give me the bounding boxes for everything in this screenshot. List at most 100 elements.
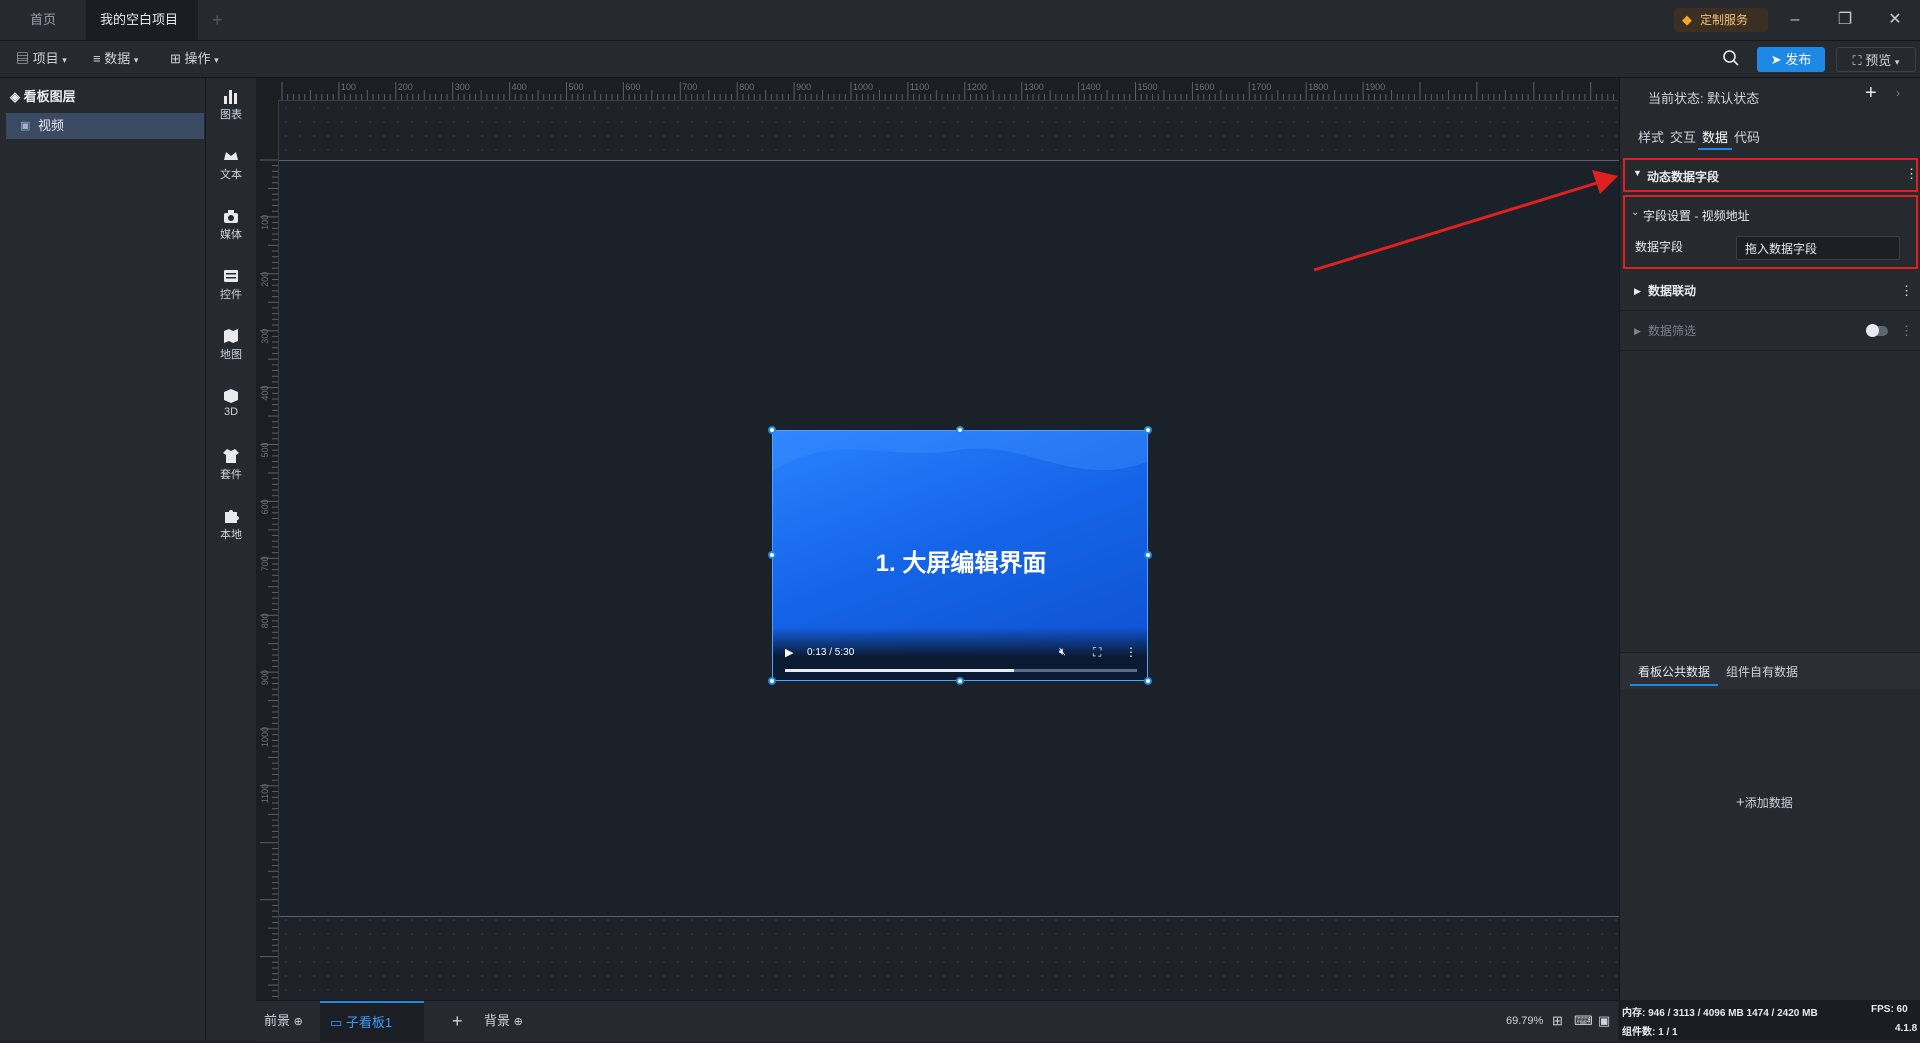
kebab-icon[interactable]: ⋮ — [1905, 166, 1918, 182]
state-value[interactable]: 默认状态 — [1707, 91, 1759, 106]
board-tab[interactable]: ▭ 子看板1 — [320, 1001, 424, 1041]
resize-handle[interactable] — [1144, 677, 1152, 685]
publish-button[interactable]: ➤ 发布 — [1757, 47, 1825, 72]
comp-label: 控件 — [220, 289, 242, 301]
kebab-icon[interactable]: ⋮ — [1900, 271, 1913, 311]
play-icon[interactable]: ▶ — [785, 646, 793, 659]
comp-media[interactable]: 媒体 — [206, 208, 256, 242]
data-linkage-section[interactable]: ▶ 数据联动 ⋮ — [1620, 271, 1920, 311]
fit-screen-icon[interactable]: ⊞ — [1552, 1001, 1563, 1041]
add-circle-icon[interactable]: ⊕ — [294, 1016, 303, 1028]
terminal-icon[interactable]: ▣ — [1598, 1001, 1610, 1041]
menu-data[interactable]: ≡ 数据 ▾ — [85, 41, 146, 77]
ruler-label: 700 — [260, 556, 270, 571]
comp-3d[interactable]: 3D — [206, 388, 256, 418]
controls-icon — [222, 268, 240, 284]
custom-service-label: 定制服务 — [1700, 13, 1749, 27]
comp-kits[interactable]: 套件 — [206, 448, 256, 482]
video-title: 1. 大屏编辑界面 — [875, 550, 1047, 577]
resize-handle[interactable] — [1144, 426, 1152, 434]
menu-project[interactable]: ▤ 项目 ▾ — [8, 41, 75, 77]
ruler-label: 1300 — [1024, 82, 1044, 92]
resize-handle[interactable] — [1144, 551, 1152, 559]
tab-code[interactable]: 代码 — [1734, 127, 1760, 146]
data-field-dropzone[interactable]: 拖入数据字段 — [1736, 236, 1900, 260]
add-board-icon[interactable]: + — [452, 1001, 463, 1041]
preview-button[interactable]: ⛶ 预览 ▾ — [1836, 47, 1916, 72]
search-icon[interactable] — [1722, 49, 1740, 70]
keyboard-icon[interactable]: ⌨ — [1574, 1001, 1593, 1041]
comp-label: 3D — [223, 406, 239, 418]
ruler-label: 1400 — [1081, 82, 1101, 92]
chevron-down-icon[interactable]: ⌄ — [1631, 207, 1639, 218]
ruler-label: 400 — [512, 82, 527, 92]
puzzle-icon — [222, 508, 240, 524]
board-tab-label: 子看板1 — [345, 1015, 393, 1030]
tab-data[interactable]: 数据 — [1702, 127, 1728, 146]
tab-style[interactable]: 样式 — [1638, 127, 1664, 146]
background-tab[interactable]: 背景 ⊕ — [484, 1001, 523, 1041]
video-component[interactable]: 1. 大屏编辑界面 ▶ 0:13 / 5:30 🔇︎ ⛶ ⋮ — [772, 430, 1148, 681]
tab-home[interactable]: 首页 — [16, 0, 70, 40]
resize-handle[interactable] — [956, 677, 964, 685]
ruler-label: 1700 — [1251, 82, 1271, 92]
comp-text[interactable]: 文本 — [206, 148, 256, 182]
resize-handle[interactable] — [768, 677, 776, 685]
new-tab-icon[interactable]: + — [212, 10, 223, 31]
more-icon[interactable]: ⋮ — [1125, 645, 1137, 659]
add-state-icon[interactable]: + — [1865, 82, 1877, 105]
foreground-tab[interactable]: 前景 ⊕ — [264, 1001, 303, 1041]
restore-button[interactable]: ❐ — [1820, 0, 1870, 40]
tab-interaction[interactable]: 交互 — [1670, 127, 1696, 146]
ruler-label: 900 — [260, 670, 270, 685]
text-icon — [222, 148, 240, 164]
custom-service-button[interactable]: ◆ 定制服务 — [1674, 8, 1768, 32]
mute-icon[interactable]: 🔇︎ — [1059, 646, 1066, 659]
chevron-down-icon: ▾ — [62, 55, 67, 65]
add-circle-icon[interactable]: ⊕ — [514, 1016, 523, 1028]
minimize-button[interactable]: – — [1770, 0, 1820, 40]
comp-controls[interactable]: 控件 — [206, 268, 256, 302]
data-linkage-label: 数据联动 — [1648, 284, 1697, 298]
ruler-label: 100 — [260, 215, 270, 230]
ruler-ticks: 100 200 300 400 500 600 700 800 900 1000 1100 1200 1… — [281, 82, 1614, 100]
progress-fill — [785, 669, 1014, 672]
comp-local[interactable]: 本地 — [206, 508, 256, 542]
ruler-label: 300 — [455, 82, 470, 92]
comp-chart[interactable]: 图表 — [206, 88, 256, 122]
minimize-icon: – — [1790, 11, 1800, 28]
tab-home-label: 首页 — [30, 12, 57, 27]
kebab-icon[interactable]: ⋮ — [1900, 311, 1913, 351]
add-data-button[interactable]: +添加数据 — [1736, 794, 1793, 811]
fullscreen-icon[interactable]: ⛶ — [1093, 645, 1101, 660]
tab-interaction-label: 交互 — [1670, 130, 1697, 145]
ruler-label: 300 — [260, 329, 270, 344]
chevron-right-icon[interactable]: › — [1896, 86, 1900, 100]
progress-track[interactable] — [785, 669, 1137, 672]
publish-label: 发布 — [1785, 52, 1812, 67]
menu-ops[interactable]: ⊞ 操作 ▾ — [162, 41, 227, 77]
tab-project[interactable]: 我的空白项目 — [86, 0, 198, 65]
close-button[interactable]: ✕ — [1870, 0, 1920, 40]
dynamic-field-header[interactable]: ▼ 动态数据字段 ⋮ — [1623, 158, 1918, 192]
tab-board-public-data[interactable]: 看板公共数据 — [1638, 663, 1710, 680]
resize-handle[interactable] — [768, 426, 776, 434]
tab-component-own-data[interactable]: 组件自有数据 — [1726, 663, 1798, 680]
comp-map[interactable]: 地图 — [206, 328, 256, 362]
layer-item-label: 视频 — [38, 118, 65, 133]
chevron-down-icon: ▾ — [133, 55, 139, 65]
field-settings-title: 字段设置 - 视频地址 — [1643, 209, 1750, 223]
ruler-label: 1200 — [967, 82, 987, 92]
resize-handle[interactable] — [768, 551, 776, 559]
comp-label: 本地 — [220, 529, 242, 541]
send-icon: ➤ — [1770, 52, 1782, 67]
zoom-level[interactable]: 69.79% — [1506, 1001, 1543, 1041]
resize-handle[interactable] — [956, 426, 964, 434]
data-field-label: 数据字段 — [1635, 240, 1684, 254]
ruler-label: 1000 — [260, 727, 270, 747]
data-filter-toggle[interactable] — [1866, 324, 1888, 337]
comp-label: 文本 — [220, 169, 242, 181]
gem-icon: ◆ — [1682, 12, 1692, 27]
ruler-label: 400 — [260, 386, 270, 401]
layer-item-video[interactable]: ▣ 视频 — [6, 113, 204, 139]
